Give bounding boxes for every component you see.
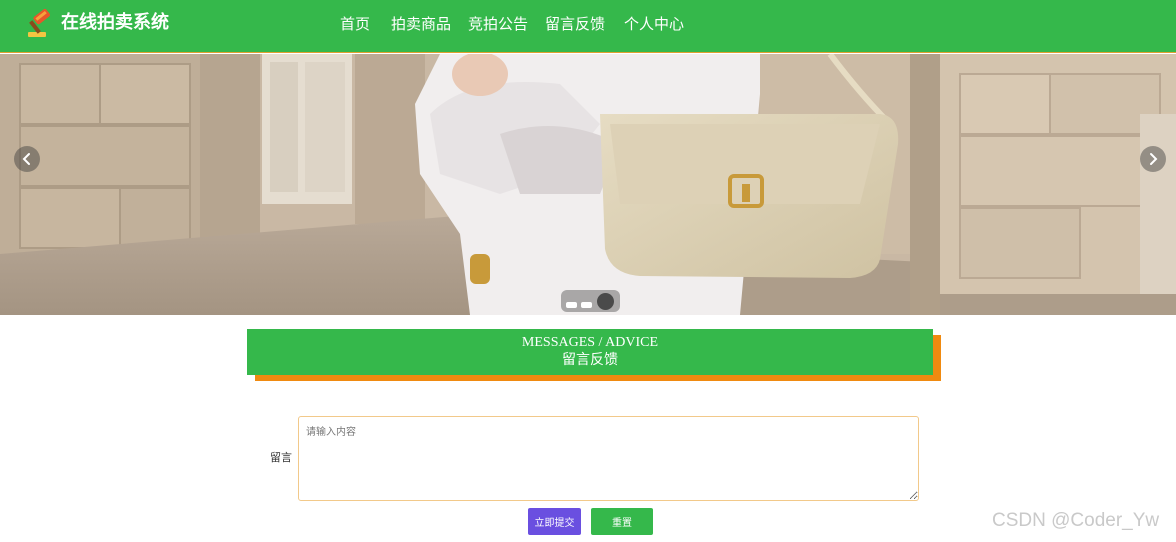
carousel-prev-button[interactable] [14, 146, 40, 172]
banner-image [0, 54, 1176, 315]
reset-button[interactable]: 重置 [591, 508, 653, 535]
carousel-indicators [561, 290, 620, 312]
submit-button[interactable]: 立即提交 [528, 508, 581, 535]
nav-item-bid-notices[interactable]: 竞拍公告 [468, 12, 528, 36]
watermark: CSDN @Coder_Yw [992, 510, 1160, 531]
top-navbar: 在线拍卖系统 首页 拍卖商品 竞拍公告 留言反馈 个人中心 [0, 0, 1176, 53]
carousel-dot-3-active[interactable] [597, 293, 614, 310]
nav-item-feedback[interactable]: 留言反馈 [545, 12, 605, 36]
nav-item-personal-center[interactable]: 个人中心 [624, 12, 684, 36]
chevron-left-icon [22, 153, 30, 165]
message-label: 留言 [270, 451, 292, 464]
gavel-icon [28, 9, 50, 37]
nav-item-home[interactable]: 首页 [340, 12, 370, 36]
site-brand[interactable]: 在线拍卖系统 [61, 11, 169, 35]
carousel-next-button[interactable] [1140, 146, 1166, 172]
carousel-dot-1[interactable] [566, 302, 577, 308]
chevron-right-icon [1150, 153, 1158, 165]
section-title-cn: 留言反馈 [562, 352, 618, 368]
nav-item-auction-items[interactable]: 拍卖商品 [391, 12, 451, 36]
message-input[interactable] [298, 416, 919, 501]
section-title: MESSAGES / ADVICE 留言反馈 [247, 329, 933, 375]
section-title-en: MESSAGES / ADVICE [521, 335, 659, 350]
banner-carousel[interactable] [0, 54, 1176, 315]
carousel-dot-2[interactable] [581, 302, 592, 308]
